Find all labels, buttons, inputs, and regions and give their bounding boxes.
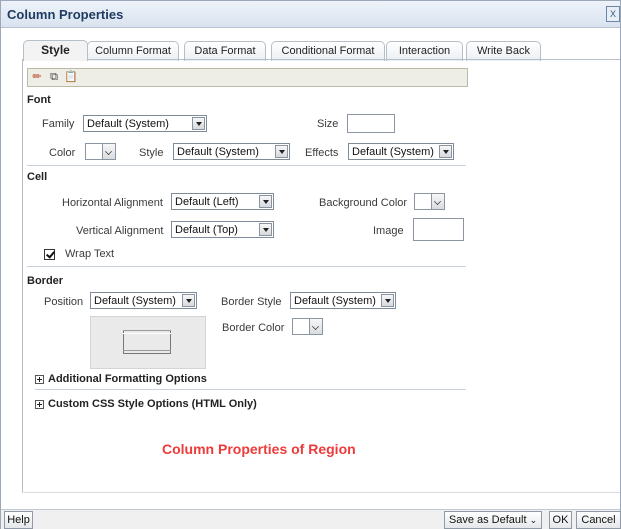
clear-format-icon[interactable]: ✏ — [30, 70, 44, 84]
custom-css-label: Custom CSS Style Options (HTML Only) — [48, 398, 257, 410]
ok-button[interactable]: OK — [549, 511, 572, 529]
tab-style[interactable]: Style — [23, 40, 88, 61]
additional-formatting-expander[interactable]: Additional Formatting Options — [35, 373, 207, 385]
custom-css-expander[interactable]: Custom CSS Style Options (HTML Only) — [35, 398, 257, 410]
wrap-text-checkbox[interactable] — [44, 249, 55, 260]
chevron-down-icon — [259, 195, 272, 208]
tab-column-format[interactable]: Column Format — [87, 41, 179, 61]
border-style-label: Border Style — [221, 296, 282, 308]
font-color-dropdown-icon[interactable] — [102, 143, 116, 160]
font-heading: Font — [27, 94, 51, 106]
vertical-alignment-label: Vertical Alignment — [76, 225, 164, 237]
horizontal-alignment-label: Horizontal Alignment — [62, 197, 163, 209]
font-family-select[interactable]: Default (System) — [83, 115, 207, 132]
paste-icon[interactable]: 📋 — [64, 70, 78, 84]
font-divider — [27, 165, 466, 166]
background-color-dropdown-icon[interactable] — [431, 193, 445, 210]
font-size-label: Size — [317, 118, 339, 130]
tab-conditional-format[interactable]: Conditional Format — [271, 41, 385, 61]
panel-bottom-edge — [22, 492, 620, 493]
border-position-value: Default (System) — [94, 295, 176, 307]
chevron-down-icon — [439, 145, 452, 158]
font-style-select[interactable]: Default (System) — [173, 143, 290, 160]
caption-text: Column Properties of Region — [162, 441, 356, 457]
vertical-alignment-value: Default (Top) — [175, 224, 238, 236]
tab-interaction[interactable]: Interaction — [386, 41, 463, 61]
font-color-swatch[interactable] — [85, 143, 103, 160]
format-toolbar: ✏ ⧉ 📋 — [27, 68, 468, 87]
chevron-down-icon — [192, 117, 205, 130]
chevron-down-icon — [182, 294, 195, 307]
font-color-label: Color — [49, 147, 76, 159]
font-family-label: Family — [42, 118, 75, 130]
vertical-alignment-select[interactable]: Default (Top) — [171, 221, 274, 238]
border-preview-box — [123, 330, 171, 354]
image-input[interactable] — [413, 218, 464, 241]
font-effects-label: Effects — [305, 147, 339, 159]
expand-icon — [35, 399, 44, 409]
expand-icon — [35, 374, 44, 384]
border-color-swatch[interactable] — [292, 318, 310, 335]
tab-write-back[interactable]: Write Back — [466, 41, 541, 61]
tab-data-format[interactable]: Data Format — [184, 41, 266, 61]
font-effects-select[interactable]: Default (System) — [348, 143, 454, 160]
chevron-down-icon — [381, 294, 394, 307]
image-label: Image — [373, 225, 404, 237]
background-color-swatch[interactable] — [414, 193, 432, 210]
save-as-default-button[interactable]: Save as Default ⌄ — [444, 511, 542, 529]
font-style-value: Default (System) — [177, 146, 259, 158]
additional-formatting-label: Additional Formatting Options — [48, 373, 207, 385]
horizontal-alignment-value: Default (Left) — [175, 196, 239, 208]
border-heading: Border — [27, 275, 64, 287]
border-position-label: Position — [44, 296, 84, 308]
wrap-text-label: Wrap Text — [65, 248, 115, 260]
border-position-select[interactable]: Default (System) — [90, 292, 197, 309]
dialog-titlebar: Column Properties X — [1, 1, 620, 28]
font-family-value: Default (System) — [87, 118, 169, 130]
border-color-label: Border Color — [222, 322, 285, 334]
close-icon[interactable]: X — [606, 6, 620, 22]
background-color-label: Background Color — [319, 197, 408, 209]
cell-divider — [27, 266, 466, 267]
save-as-default-label: Save as Default — [448, 514, 527, 526]
dialog-title: Column Properties — [7, 7, 124, 22]
border-preview[interactable] — [90, 316, 206, 369]
copy-icon[interactable]: ⧉ — [47, 70, 61, 84]
chevron-down-icon — [259, 223, 272, 236]
cell-heading: Cell — [27, 171, 48, 183]
chevron-down-icon: ⌄ — [529, 515, 538, 525]
horizontal-alignment-select[interactable]: Default (Left) — [171, 193, 274, 210]
chevron-down-icon — [275, 145, 288, 158]
cancel-button[interactable]: Cancel — [576, 511, 621, 529]
help-button[interactable]: Help — [4, 511, 33, 529]
expander-divider — [35, 389, 466, 390]
font-effects-value: Default (System) — [352, 146, 434, 158]
font-style-label: Style — [139, 147, 164, 159]
border-color-dropdown-icon[interactable] — [309, 318, 323, 335]
font-size-input[interactable] — [347, 114, 395, 133]
border-style-select[interactable]: Default (System) — [290, 292, 396, 309]
border-style-value: Default (System) — [294, 295, 376, 307]
